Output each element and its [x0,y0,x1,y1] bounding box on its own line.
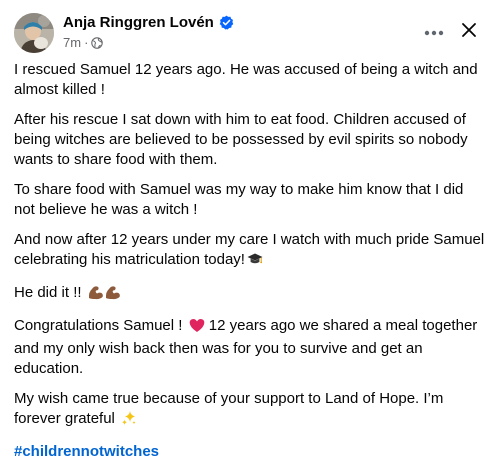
paragraph-text: To share food with Samuel was my way to … [14,181,464,218]
hashtag-link[interactable]: #childrennotwitches [14,443,159,460]
red-heart-icon [189,318,205,339]
post-body: I rescued Samuel 12 years ago. He was ac… [14,60,488,472]
close-button[interactable] [454,17,484,47]
post-paragraph: To share food with Samuel was my way to … [14,180,488,220]
more-options-button[interactable] [419,17,449,47]
flexed-biceps-icon [88,284,122,306]
graduation-cap-icon [247,251,263,273]
paragraph-text: After his rescue I sat down with him to … [14,111,468,168]
post-timestamp[interactable]: 7m [63,35,81,50]
hashtag-paragraph: #childrennotwitches [14,442,488,462]
facebook-post: Anja Ringgren Lovén 7m · I rescued Samue… [0,0,497,460]
meta-separator: · [84,34,89,50]
globe-icon[interactable] [91,36,104,49]
author-info: Anja Ringgren Lovén 7m · [63,12,234,51]
paragraph-text: I rescued Samuel 12 years ago. He was ac… [14,61,478,98]
post-paragraph: I rescued Samuel 12 years ago. He was ac… [14,60,488,100]
paragraph-text: My wish came true because of your suppor… [14,390,444,427]
post-paragraph: He did it !! [14,283,488,306]
author-row: Anja Ringgren Lovén [63,12,234,32]
post-paragraph: And now after 12 years under my care I w… [14,230,488,273]
post-header: Anja Ringgren Lovén 7m · [14,11,484,53]
paragraph-text: Congratulations Samuel ! [14,317,183,334]
post-paragraph: My wish came true because of your suppor… [14,389,488,432]
avatar-photo [14,13,54,53]
verified-badge-icon [219,15,234,30]
more-options-icon [424,23,444,41]
post-meta: 7m · [63,33,234,51]
paragraph-text: He did it !! [14,284,82,301]
post-paragraph: Congratulations Samuel ! 12 years ago we… [14,316,488,379]
sparkles-icon [121,410,137,432]
post-paragraph: After his rescue I sat down with him to … [14,110,488,170]
close-icon [461,22,477,43]
author-name[interactable]: Anja Ringgren Lovén [63,14,214,31]
author-avatar[interactable] [14,13,54,53]
